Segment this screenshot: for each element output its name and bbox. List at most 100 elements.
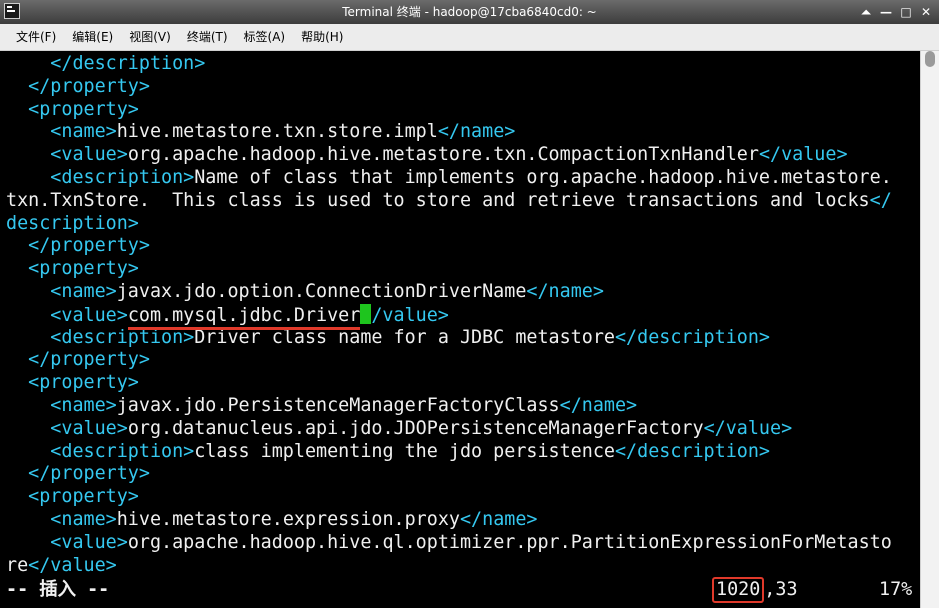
scrollbar-thumb[interactable]	[925, 51, 935, 67]
terminal-text: class implementing the jdo persistence	[194, 440, 615, 462]
menu-bar: 文件(F) 编辑(E) 视图(V) 终端(T) 标签(A) 帮助(H)	[0, 24, 939, 51]
xml-tag: <description>	[50, 166, 195, 188]
xml-tag: </	[869, 189, 892, 211]
terminal-line: <name>hive.metastore.expression.proxy</n…	[6, 509, 892, 532]
terminal-line: </property>	[6, 235, 892, 258]
cursor-column: ,33	[764, 579, 798, 600]
maximize-window-icon[interactable]: □	[899, 5, 913, 19]
xml-tag: </property>	[28, 463, 150, 485]
terminal-line: <value>org.apache.hadoop.hive.ql.optimiz…	[6, 532, 892, 555]
menu-view[interactable]: 视图(V)	[121, 24, 179, 50]
text-cursor	[360, 303, 372, 324]
terminal-line: <property>	[6, 99, 892, 122]
menu-help[interactable]: 帮助(H)	[293, 24, 351, 50]
terminal-line: </property>	[6, 349, 892, 372]
terminal-line: <name>javax.jdo.PersistenceManagerFactor…	[6, 395, 892, 418]
xml-tag: </value>	[703, 417, 793, 439]
xml-tag: <property>	[28, 372, 139, 394]
terminal-text: txn.TxnStore. This class is used to stor…	[6, 189, 870, 211]
title-bar[interactable]: Terminal 终端 - hadoop@17cba6840cd0: ~ ⏶ —…	[0, 0, 939, 24]
xml-tag: </description>	[50, 53, 206, 74]
scroll-percent: 17%	[879, 579, 913, 600]
terminal-line: <description>Name of class that implemen…	[6, 167, 892, 190]
xml-tag: <value>	[50, 417, 128, 439]
shade-window-icon[interactable]: ⏶	[859, 5, 873, 20]
xml-tag: </value>	[758, 144, 848, 166]
terminal-line: </description>	[6, 53, 892, 76]
terminal-text: org.apache.hadoop.hive.metastore.txn.Com…	[127, 144, 759, 166]
xml-tag: <name>	[50, 508, 117, 530]
terminal-line: </property>	[6, 76, 892, 99]
terminal-line: <property>	[6, 258, 892, 281]
terminal-text: hive.metastore.txn.store.impl	[116, 121, 438, 143]
terminal-line: <value>com.mysql.jdbc.Driver/value>	[6, 303, 892, 327]
terminal-lines: </description> </property> <property> <n…	[6, 53, 892, 577]
insert-mode-indicator: -- 插入 --	[6, 579, 110, 600]
xml-tag: <value>	[50, 144, 128, 166]
window-title: Terminal 终端 - hadoop@17cba6840cd0: ~	[342, 5, 597, 19]
terminal-line: <property>	[6, 486, 892, 509]
terminal-line: <value>org.datanucleus.api.jdo.JDOPersis…	[6, 418, 892, 441]
xml-tag: </name>	[559, 394, 638, 416]
xml-tag: <property>	[28, 486, 139, 508]
minimize-window-icon[interactable]: —	[879, 5, 893, 19]
xml-tag: <value>	[50, 531, 128, 553]
xml-tag: /value>	[371, 304, 449, 326]
terminal-text: javax.jdo.option.ConnectionDriverName	[116, 280, 527, 302]
terminal-text-area[interactable]: </description> </property> <property> <n…	[0, 51, 920, 608]
xml-tag: <name>	[50, 280, 117, 302]
terminal-line: <description>class implementing the jdo …	[6, 441, 892, 464]
menu-edit[interactable]: 编辑(E)	[64, 24, 121, 50]
window-controls: ⏶ — □ ✕	[859, 0, 933, 24]
cursor-position: 1020,33	[712, 577, 798, 603]
vertical-scrollbar[interactable]	[920, 51, 939, 608]
terminal-line: description>	[6, 213, 892, 236]
xml-tag: </name>	[526, 280, 604, 302]
terminal-line: </property>	[6, 463, 892, 486]
xml-tag: </name>	[459, 508, 538, 530]
xml-tag: <name>	[50, 394, 117, 416]
terminal-line: <name>hive.metastore.txn.store.impl</nam…	[6, 121, 892, 144]
xml-tag: <value>	[50, 304, 128, 326]
terminal-text: hive.metastore.expression.proxy	[116, 508, 460, 530]
terminal-line: <description>Driver class name for a JDB…	[6, 327, 892, 350]
terminal-window: Terminal 终端 - hadoop@17cba6840cd0: ~ ⏶ —…	[0, 0, 939, 608]
terminal-line: <name>javax.jdo.option.ConnectionDriverN…	[6, 281, 892, 304]
terminal-text: javax.jdo.PersistenceManagerFactoryClass	[116, 394, 560, 416]
menu-terminal[interactable]: 终端(T)	[179, 24, 236, 50]
terminal-line: re</value>	[6, 555, 892, 578]
close-window-icon[interactable]: ✕	[919, 5, 933, 19]
xml-tag: description>	[6, 212, 139, 234]
vim-status-line: -- 插入 -- 1020,33 17%	[6, 577, 920, 603]
menu-file[interactable]: 文件(F)	[8, 24, 64, 50]
terminal-line: <value>org.apache.hadoop.hive.metastore.…	[6, 144, 892, 167]
xml-tag: </description>	[614, 440, 770, 462]
terminal-line: txn.TxnStore. This class is used to stor…	[6, 190, 892, 213]
xml-tag: <property>	[28, 258, 139, 280]
xml-tag: <name>	[50, 121, 117, 143]
terminal-text: org.apache.hadoop.hive.ql.optimizer.ppr.…	[127, 531, 892, 553]
xml-tag: <property>	[28, 98, 139, 120]
xml-tag: </property>	[28, 235, 150, 257]
menu-tabs[interactable]: 标签(A)	[236, 24, 294, 50]
highlighted-driver-value: com.mysql.jdbc.Driver	[127, 304, 361, 326]
xml-tag: </value>	[28, 554, 117, 576]
xml-tag: </property>	[28, 349, 150, 371]
terminal-text: re	[6, 554, 29, 576]
